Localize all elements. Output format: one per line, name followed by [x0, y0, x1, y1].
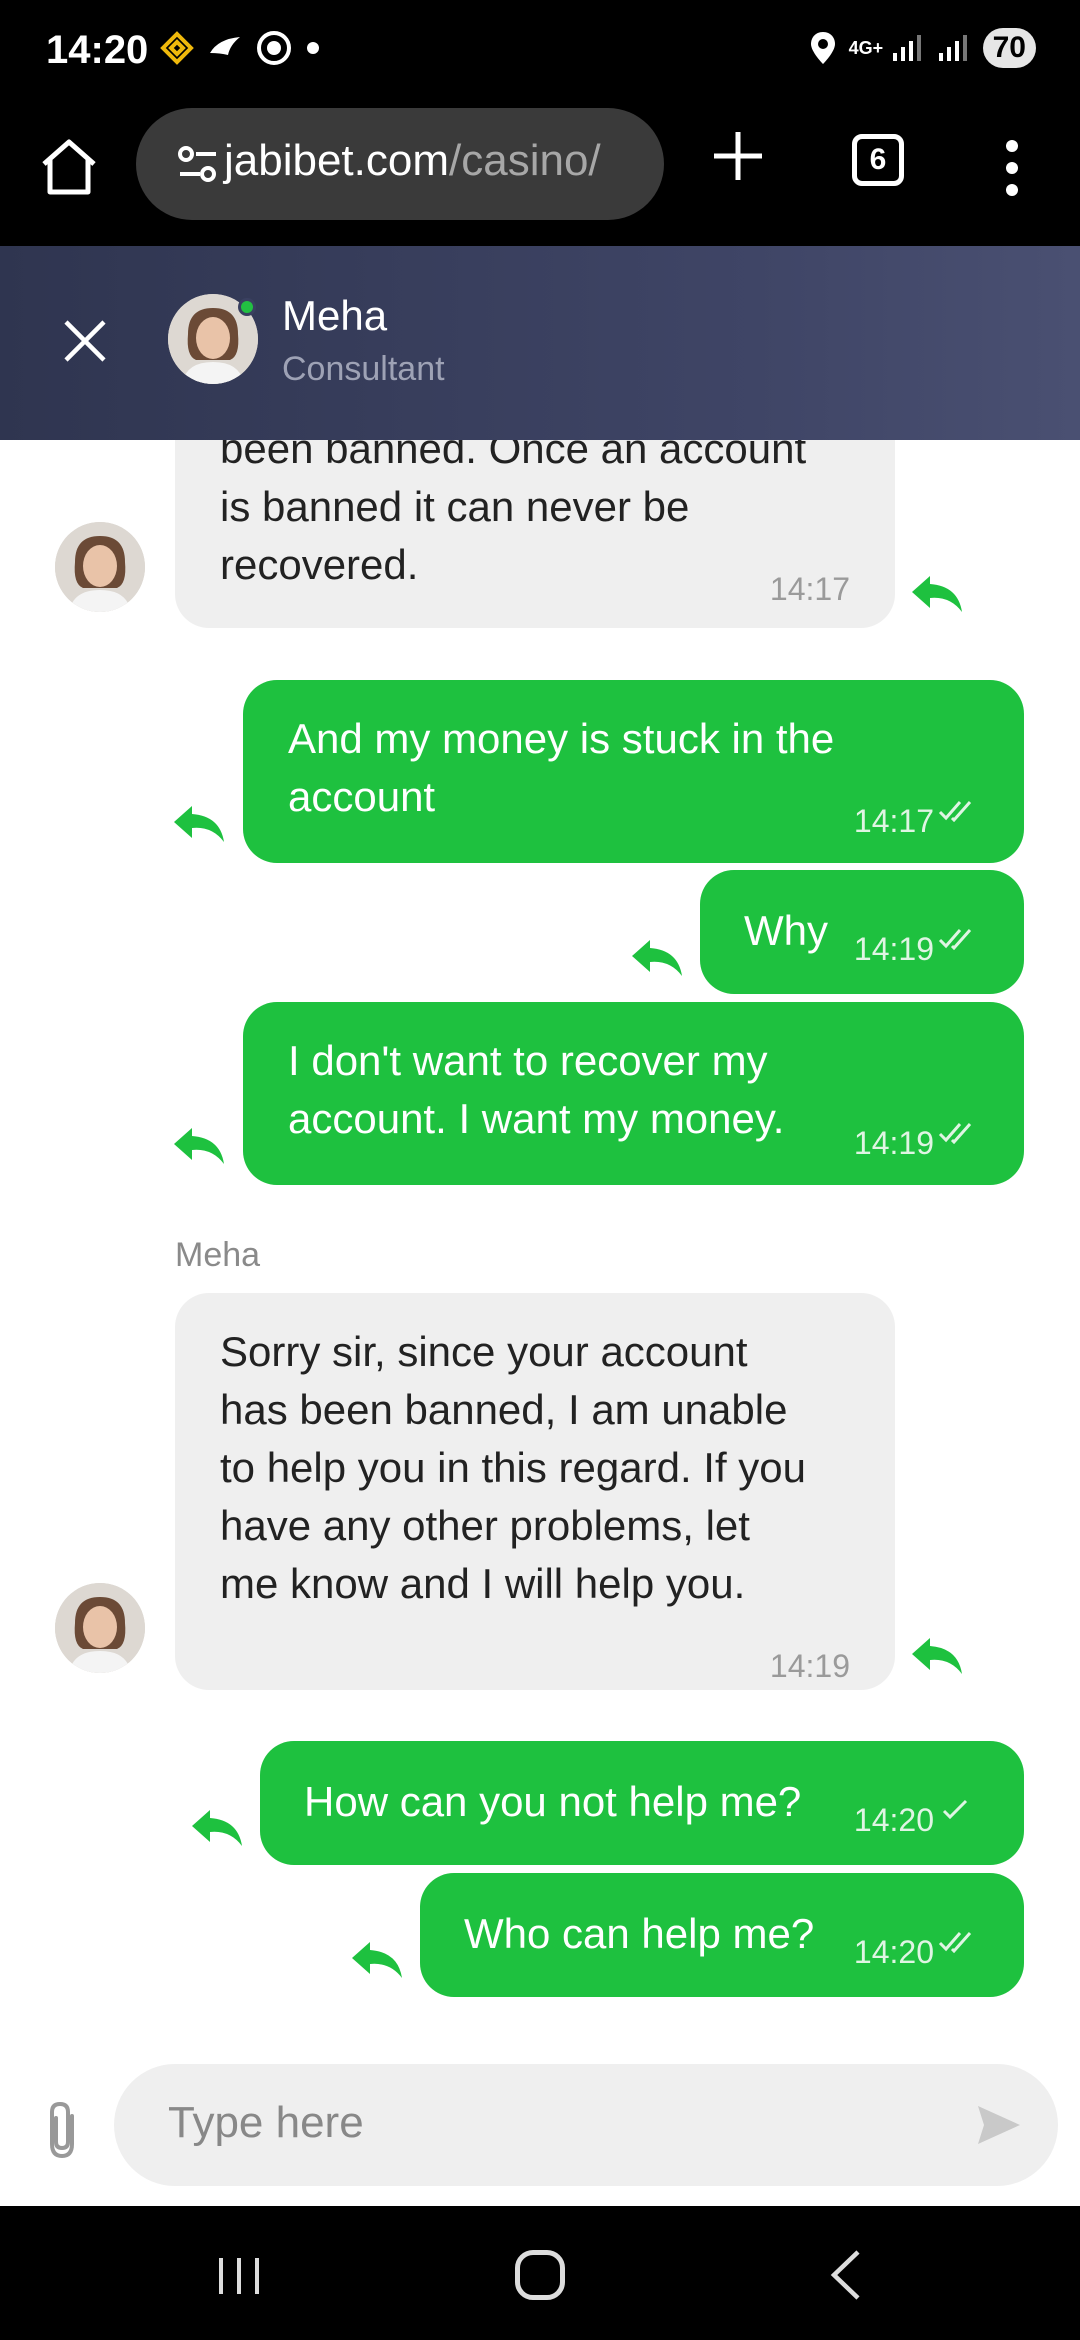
reply-icon[interactable] [910, 572, 966, 616]
reply-icon[interactable] [190, 1806, 246, 1850]
notification-icons [160, 30, 320, 66]
attach-icon[interactable] [40, 2100, 84, 2162]
message-text: I don't want to recover my account. I wa… [288, 1037, 785, 1142]
address-bar[interactable]: jabibet.com/casino/ [136, 108, 664, 220]
single-check-icon [942, 1799, 968, 1820]
system-icons: 4G+ 70 [809, 28, 1036, 68]
message-text: Sorry sir, since your account has been b… [220, 1328, 807, 1607]
site-settings-icon[interactable] [176, 142, 220, 186]
home-nav-icon[interactable] [515, 2250, 565, 2300]
dot-icon [307, 42, 319, 54]
url-text[interactable]: jabibet.com/casino/ [224, 136, 601, 186]
recent-apps-icon[interactable] [215, 2254, 263, 2298]
agent-message-avatar [55, 522, 145, 612]
network-type: 4G+ [848, 38, 884, 58]
double-check-icon [938, 801, 972, 822]
outgoing-message[interactable]: Why 14:19 [700, 870, 1024, 994]
home-icon[interactable] [38, 136, 100, 198]
system-navigation-bar [0, 2206, 1080, 2340]
outgoing-message[interactable]: I don't want to recover my account. I wa… [243, 1002, 1024, 1185]
url-path: /casino/ [449, 136, 601, 185]
status-time: 14:20 [46, 28, 149, 72]
outgoing-message[interactable]: How can you not help me? 14:20 [260, 1741, 1024, 1865]
message-time: 14:17 [769, 571, 850, 607]
reply-icon[interactable] [630, 936, 686, 980]
double-check-icon [938, 1123, 972, 1144]
browser-toolbar: jabibet.com/casino/ 6 [0, 100, 1080, 246]
battery-indicator: 70 [982, 28, 1036, 68]
status-bar: 14:20 4G+ 70 [0, 0, 1080, 100]
message-time: 14:19 [853, 931, 934, 967]
message-text: been banned. Once an account is banned i… [220, 440, 807, 588]
chat-messages[interactable]: been banned. Once an account is banned i… [0, 440, 1080, 2060]
new-tab-icon[interactable] [710, 128, 766, 184]
online-status-dot [238, 298, 256, 316]
close-icon[interactable] [60, 316, 110, 366]
tab-switcher-button[interactable]: 6 [852, 134, 904, 186]
reply-icon[interactable] [172, 802, 228, 846]
message-input-container[interactable] [114, 2064, 1058, 2186]
double-check-icon [938, 929, 972, 950]
message-time: 14:19 [769, 1648, 850, 1684]
agent-name: Meha [282, 292, 388, 339]
outgoing-message[interactable]: Who can help me? 14:20 [420, 1873, 1024, 1997]
message-time: 14:17 [853, 803, 934, 839]
agent-role: Consultant [282, 350, 445, 388]
message-time: 14:20 [853, 1802, 934, 1838]
whatsapp-icon [257, 31, 291, 65]
reply-icon[interactable] [172, 1124, 228, 1168]
binance-icon [160, 31, 194, 65]
url-host: jabibet.com [224, 136, 450, 185]
message-text: And my money is stuck in the account [288, 715, 835, 820]
chat-header: Meha Consultant [0, 246, 1080, 440]
signal-icon-2 [938, 35, 967, 61]
message-text: Who can help me? [464, 1910, 815, 1957]
message-sender-name: Meha [175, 1236, 261, 1274]
message-input[interactable] [168, 2098, 928, 2148]
incoming-message[interactable]: been banned. Once an account is banned i… [175, 440, 895, 628]
more-options-icon[interactable] [1000, 138, 1024, 198]
back-icon[interactable] [828, 2248, 864, 2302]
location-icon [810, 32, 835, 64]
bird-icon [210, 37, 240, 55]
double-check-icon [938, 1932, 972, 1953]
reply-icon[interactable] [350, 1938, 406, 1982]
send-icon[interactable] [974, 2100, 1024, 2150]
signal-icon [892, 35, 921, 61]
message-time: 14:20 [853, 1934, 934, 1970]
message-text: Why [744, 907, 828, 954]
reply-icon[interactable] [910, 1634, 966, 1678]
message-composer [0, 2060, 1080, 2206]
message-text: How can you not help me? [304, 1778, 802, 1825]
outgoing-message[interactable]: And my money is stuck in the account 14:… [243, 680, 1024, 863]
message-time: 14:19 [853, 1125, 934, 1161]
incoming-message[interactable]: Sorry sir, since your account has been b… [175, 1293, 895, 1690]
agent-message-avatar [55, 1583, 145, 1673]
